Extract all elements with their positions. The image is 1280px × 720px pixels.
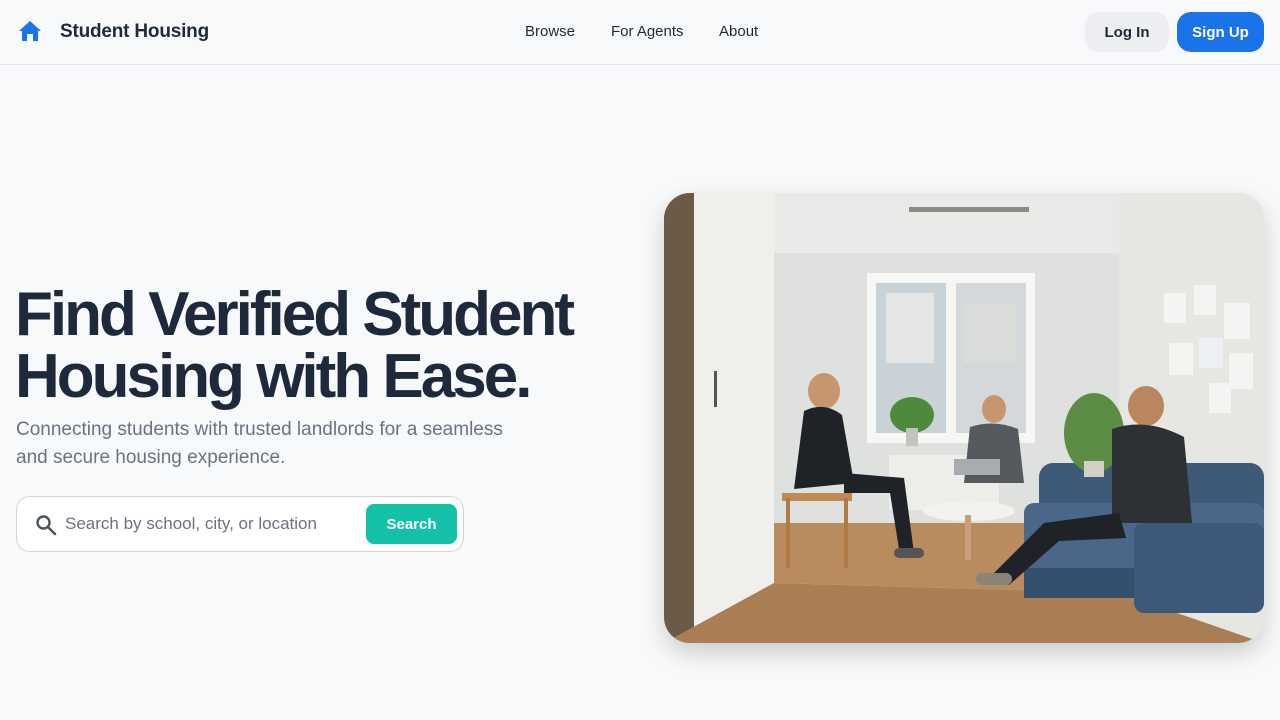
search-icon	[36, 515, 57, 536]
hero-subtitle-line-1: Connecting students with trusted landlor…	[16, 419, 503, 440]
hero-subtitle: Connecting students with trusted landlor…	[16, 416, 556, 472]
hero-title-line-1: Find Verified Student	[15, 280, 575, 349]
log-in-button[interactable]: Log In	[1085, 12, 1169, 52]
nav-for-agents[interactable]: For Agents	[611, 23, 684, 40]
home-icon[interactable]	[18, 20, 42, 42]
nav-about[interactable]: About	[719, 23, 758, 40]
sign-up-button[interactable]: Sign Up	[1177, 12, 1264, 52]
top-navigation: Student Housing Browse For Agents About …	[0, 0, 1280, 65]
brand-name[interactable]: Student Housing	[60, 21, 209, 43]
hero-title: Find Verified Student Housing with Ease.	[15, 284, 635, 408]
hero-title-line-2: Housing with Ease.	[15, 342, 532, 411]
nav-browse[interactable]: Browse	[525, 23, 575, 40]
hero-photo	[664, 193, 1264, 643]
search-bar: Search	[16, 496, 464, 552]
search-input[interactable]	[65, 507, 361, 541]
hero-subtitle-line-2: and secure housing experience.	[16, 447, 286, 468]
search-button[interactable]: Search	[366, 504, 457, 544]
